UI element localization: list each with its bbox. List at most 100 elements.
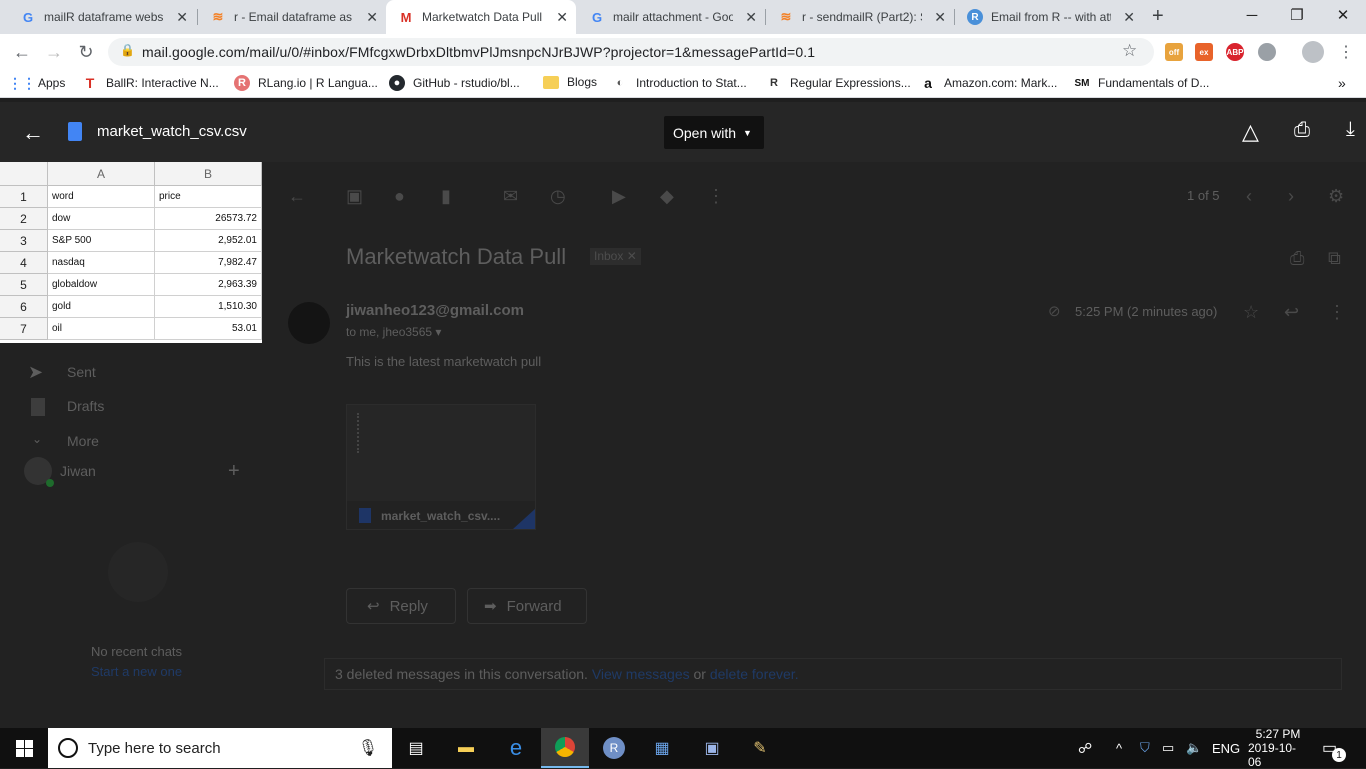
minimize-button[interactable]: ─ [1229,0,1275,30]
chevron-down-icon: ▼ [743,127,752,138]
notification-center-icon[interactable]: ▭ 1 [1322,728,1346,768]
bookmark-rlang[interactable]: R RLang.io | R Langua... [234,75,378,91]
tab-5[interactable]: ≋ r - sendmailR (Part2): Se ✕ [766,0,954,34]
more-actions-icon[interactable]: ⋮ [707,186,725,207]
snooze-icon[interactable]: ◷ [550,186,566,207]
star-icon[interactable]: ☆ [1243,302,1259,323]
restore-button[interactable]: ❐ [1274,0,1320,30]
microphone-icon[interactable]: 🎙 [358,738,378,758]
profile-avatar[interactable] [1302,41,1324,63]
label-icon[interactable]: ◆ [660,186,674,207]
edge-icon[interactable]: e [492,728,540,768]
tab-1[interactable]: G mailR dataframe websit ✕ [8,0,196,34]
language-indicator[interactable]: ENG [1212,728,1240,768]
move-to-icon[interactable]: ▶ [612,186,626,207]
bookmark-ballr[interactable]: T BallR: Interactive N... [82,75,219,91]
bookmark-blogs[interactable]: Blogs [543,75,597,89]
email-timestamp: 5:25 PM (2 minutes ago) [1075,304,1218,319]
clock[interactable]: 5:27 PM 2019-10-06 [1248,727,1308,769]
forward-button[interactable]: → [40,38,68,66]
older-chevron-icon[interactable]: › [1288,186,1294,207]
bookmark-regex[interactable]: R Regular Expressions... [766,75,911,91]
close-tab-icon[interactable]: ✕ [556,9,568,26]
tab-6[interactable]: R Email from R -- with att ✕ [955,0,1143,34]
extension-icon[interactable] [1258,43,1276,61]
sidebar-item-sent[interactable]: Sent [67,364,96,380]
close-tab-icon[interactable]: ✕ [934,9,946,26]
chrome-icon[interactable] [541,728,589,768]
print-all-icon[interactable]: ⎙ [1290,248,1304,269]
address-bar[interactable]: 🔒 mail.google.com/mail/u/0/#inbox/FMfcgx… [108,38,1154,66]
show-hidden-icons-chevron-icon[interactable]: ^ [1116,728,1122,768]
sidebar-item-drafts[interactable]: Drafts [67,398,104,414]
bookmark-star-icon[interactable]: ☆ [1122,41,1137,61]
sidebar-item-more[interactable]: More [67,433,99,449]
reload-button[interactable]: ↻ [72,38,100,66]
download-icon[interactable]: ⤓ [1346,118,1355,141]
extension-off-icon[interactable]: off [1165,43,1183,61]
open-with-button[interactable]: Open with ▼ [664,116,764,149]
forward-button[interactable]: ➡ Forward [467,588,587,624]
inbox-label-badge[interactable]: Inbox ✕ [590,248,641,265]
tab-title: r - sendmailR (Part2): Se [802,10,922,24]
close-tab-icon[interactable]: ✕ [366,9,378,26]
volume-icon[interactable]: 🔈 [1186,728,1202,768]
people-icon[interactable]: ☍ [1078,728,1092,768]
extension-icon[interactable]: ex [1195,43,1213,61]
start-new-chat-link[interactable]: Start a new one [91,664,182,679]
settings-gear-icon[interactable]: ⚙ [1328,186,1344,207]
online-status-dot [46,479,54,487]
archive-icon[interactable]: ▣ [346,186,363,207]
paint-icon[interactable]: ✎ [736,728,784,768]
browser-menu-icon[interactable]: ⋮ [1338,42,1354,62]
close-window-button[interactable]: ✕ [1320,0,1366,30]
hangouts-user-name[interactable]: Jiwan [60,463,96,479]
task-view-icon[interactable]: ▤ [392,728,440,768]
taskbar-search-box[interactable]: Type here to search 🎙 [48,728,392,768]
mark-unread-icon[interactable]: ✉ [503,186,518,207]
bookmark-intro-stat[interactable]: ◐ Introduction to Stat... [612,75,747,91]
adblock-icon[interactable]: ABP [1226,43,1244,61]
tab-2[interactable]: ≋ r - Email dataframe as t ✕ [198,0,386,34]
tab-3-active[interactable]: M Marketwatch Data Pull ✕ [386,0,576,34]
remote-desktop-icon[interactable]: ▣ [688,728,736,768]
close-tab-icon[interactable]: ✕ [1123,9,1135,26]
r-app-icon[interactable]: R [590,728,638,768]
tab-4[interactable]: G mailr attachment - Goo ✕ [577,0,765,34]
more-message-actions-icon[interactable]: ⋮ [1328,302,1346,323]
file-explorer-icon[interactable]: ▬ [442,728,490,768]
open-new-window-icon[interactable]: ⧉ [1328,248,1341,269]
defender-icon[interactable]: ⛉ [1140,728,1150,768]
view-messages-link[interactable]: View messages [592,666,690,682]
search-placeholder: Type here to search [88,739,221,757]
bookmark-fundamentals[interactable]: SM Fundamentals of D... [1074,75,1210,91]
column-header: B [155,162,262,186]
bookmark-github[interactable]: ● GitHub - rstudio/bl... [389,75,520,91]
back-to-inbox-icon[interactable]: ← [288,186,306,207]
report-spam-icon[interactable]: ● [394,186,405,207]
add-chat-icon[interactable]: + [228,460,240,483]
delete-icon[interactable]: ▮ [441,186,451,207]
tab-title: Marketwatch Data Pull [422,10,542,24]
sender-email[interactable]: jiwanheo123@gmail.com [346,302,524,319]
new-tab-button[interactable]: + [1152,5,1164,28]
recipients-text[interactable]: to me, jheo3565 ▾ [346,325,441,339]
battery-icon[interactable]: ▭ [1162,728,1174,768]
close-tab-icon[interactable]: ✕ [176,9,188,26]
back-button[interactable]: ← [8,38,36,66]
close-viewer-back-icon[interactable]: ← [22,120,44,146]
bookmark-amazon[interactable]: a Amazon.com: Mark... [920,75,1057,91]
more-bookmarks-button[interactable]: » [1338,75,1346,91]
delete-forever-link[interactable]: delete forever. [710,666,799,682]
attachment-card[interactable]: market_watch_csv.... [346,404,536,530]
cell-word: dow [48,208,155,230]
bookmark-apps[interactable]: ⋮⋮ Apps [8,75,65,91]
reply-button[interactable]: ↩ Reply [346,588,456,624]
add-to-drive-icon[interactable]: △ [1242,119,1259,145]
print-icon[interactable]: ⎙ [1294,119,1310,142]
start-button[interactable] [0,728,48,768]
close-tab-icon[interactable]: ✕ [745,9,757,26]
newer-chevron-icon[interactable]: ‹ [1246,186,1252,207]
reply-icon[interactable]: ↩ [1284,302,1299,323]
outlook-icon[interactable]: ▦ [638,728,686,768]
